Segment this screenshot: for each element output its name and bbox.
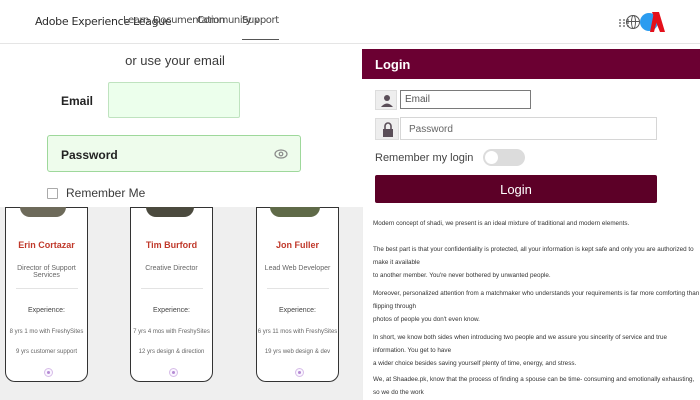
nav-learn-label: Learn [123,15,149,26]
member-photo [270,207,320,217]
toggle-knob [485,151,498,164]
article-paragraph: Modern concept of shadi, we present is a… [373,220,630,227]
lock-prefix [375,118,399,140]
team-card-erin: Erin Cortazar Director of Support Servic… [5,207,88,382]
eye-icon[interactable] [274,147,288,161]
member-role: Creative Director [145,265,198,272]
adobe-logo-icon[interactable] [640,10,666,34]
experience-line: 19 yrs web design & dev [264,349,331,355]
email-field[interactable] [108,82,240,118]
member-name: Tim Burford [145,240,198,250]
experience-line: 7 yrs 4 mos with FreshySites [133,329,210,335]
article-paragraph: In short, we know both sides when introd… [373,334,668,367]
password-field[interactable]: Password [47,135,301,172]
divider [267,288,329,289]
member-role: Lead Web Developer [264,265,331,272]
login-email-input[interactable]: Email [400,90,531,109]
article-paragraph: We, at Shaadee.pk, know that the process… [373,376,695,396]
contact-icon[interactable] [295,368,304,377]
top-navigation: Adobe Experience League Learn ∨ Documenta… [0,0,700,44]
user-icon [381,95,393,107]
article-paragraph: The best part is that your confidentiali… [373,246,694,279]
login-panel-title: Login [362,49,700,79]
email-label: Email [61,94,94,108]
nav-support[interactable]: Support [242,15,279,40]
lock-icon [383,122,393,137]
nav-support-label: Support [242,15,279,26]
password-label: Password [61,148,118,162]
remember-login-label: Remember my login [375,152,474,164]
remember-me-checkbox[interactable] [47,188,58,199]
remember-me-label: Remember Me [66,186,146,200]
team-card-jon: Jon Fuller Lead Web Developer Experience… [256,207,339,382]
member-photo [20,207,66,217]
member-name: Jon Fuller [275,240,319,250]
divider [16,288,78,289]
remember-login-toggle[interactable] [483,149,525,166]
or-email-text: or use your email [125,53,225,68]
experience-line: 12 yrs design & direction [138,349,205,355]
experience-line: 9 yrs customer support [15,349,78,355]
globe-icon[interactable] [626,15,640,29]
user-prefix [375,90,397,110]
article-section: Modern concept of shadi, we present is a… [362,207,700,400]
member-photo [146,207,194,217]
experience-label: Experience: [28,307,65,314]
member-role: Director of Support Services [17,265,76,279]
experience-label: Experience: [279,307,316,314]
contact-icon[interactable] [44,368,53,377]
login-button[interactable]: Login [375,175,657,203]
login-password-input[interactable]: Password [400,117,657,140]
experience-line: 8 yrs 1 mo with FreshySites [9,329,84,335]
experience-line: 6 yrs 11 mos with FreshySites [257,329,338,335]
experience-label: Experience: [153,307,190,314]
divider [141,288,203,289]
article-paragraph: Moreover, personalized attention from a … [373,290,700,323]
contact-icon[interactable] [169,368,178,377]
team-card-tim: Tim Burford Creative Director Experience… [130,207,213,382]
member-name: Erin Cortazar [18,240,75,250]
